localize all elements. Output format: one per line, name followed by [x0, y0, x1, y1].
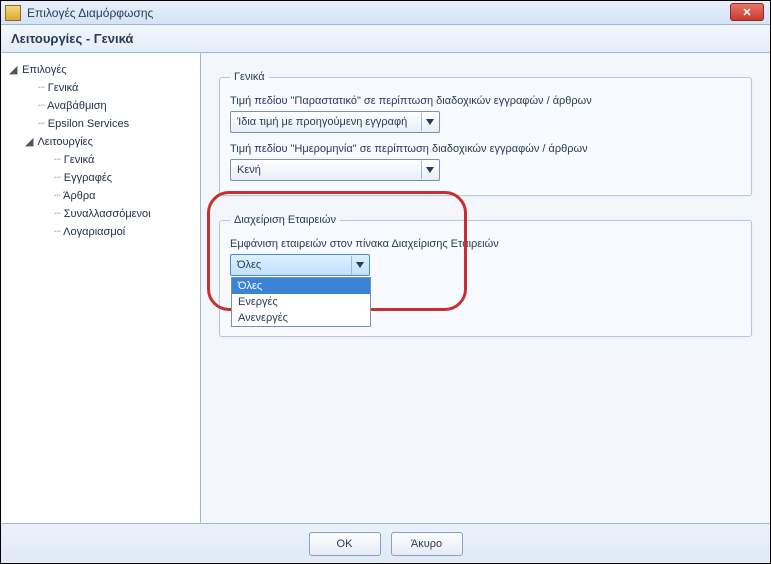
- window-title: Επιλογές Διαμόρφωσης: [27, 6, 153, 20]
- field-label-companies: Εμφάνιση εταιρειών στον πίνακα Διαχείρισ…: [230, 238, 741, 250]
- app-icon: [5, 5, 21, 21]
- page-title: Λειτουργίες - Γενικά: [11, 31, 133, 46]
- tree-item-articles[interactable]: ┄ Άρθρα: [41, 187, 196, 205]
- tree-item-epsilon-services[interactable]: ┄ Epsilon Services: [25, 115, 196, 133]
- ok-button[interactable]: OK: [309, 532, 381, 556]
- combo-company-filter[interactable]: Όλες Όλες Ενεργές Ανενεργές: [230, 254, 370, 276]
- group-general: Γενικά Τιμή πεδίου "Παραστατικό" σε περί…: [219, 71, 752, 196]
- page-header: Λειτουργίες - Γενικά: [1, 25, 770, 53]
- group-legend: Γενικά: [230, 71, 269, 83]
- nav-tree: ◢ Επιλογές ┄ Γενικά ┄ Αναβάθμιση ┄ Epsil…: [5, 61, 196, 241]
- tree-item-records[interactable]: ┄ Εγγραφές: [41, 169, 196, 187]
- chevron-down-icon: [351, 256, 367, 274]
- dropdown-option-inactive[interactable]: Ανενεργές: [232, 310, 370, 326]
- expander-icon[interactable]: ◢: [9, 61, 19, 79]
- titlebar: Επιλογές Διαμόρφωσης ✕: [1, 1, 770, 25]
- button-label: OK: [337, 538, 353, 550]
- field-label-doc: Τιμή πεδίου "Παραστατικό" σε περίπτωση δ…: [230, 95, 741, 107]
- combo-date-value[interactable]: Κενή: [230, 159, 440, 181]
- tree-item-func-general[interactable]: ┄ Γενικά: [41, 151, 196, 169]
- dropdown-option-active[interactable]: Ενεργές: [232, 294, 370, 310]
- tree-item-general[interactable]: ┄ Γενικά: [25, 79, 196, 97]
- footer: OK Άκυρο: [1, 523, 770, 563]
- combo-text: Κενή: [237, 164, 421, 176]
- combo-text: Ίδια τιμή με προηγούμενη εγγραφή: [237, 116, 421, 128]
- combo-text: Όλες: [237, 259, 351, 271]
- dropdown-option-all[interactable]: Όλες: [232, 278, 370, 294]
- content-area: ◢ Επιλογές ┄ Γενικά ┄ Αναβάθμιση ┄ Epsil…: [1, 53, 770, 523]
- tree-label[interactable]: Λειτουργίες: [37, 136, 92, 148]
- combo-doc-value[interactable]: Ίδια τιμή με προηγούμενη εγγραφή: [230, 111, 440, 133]
- tree-label[interactable]: Επιλογές: [22, 64, 67, 76]
- tree-node-options[interactable]: ◢ Επιλογές ┄ Γενικά ┄ Αναβάθμιση ┄ Epsil…: [9, 61, 196, 241]
- tree-item-upgrade[interactable]: ┄ Αναβάθμιση: [25, 97, 196, 115]
- chevron-down-icon: [421, 161, 437, 179]
- field-label-date: Τιμή πεδίου "Ημερομηνία" σε περίπτωση δι…: [230, 143, 741, 155]
- main-panel: Γενικά Τιμή πεδίου "Παραστατικό" σε περί…: [201, 53, 770, 523]
- expander-icon[interactable]: ◢: [25, 133, 35, 151]
- tree-item-parties[interactable]: ┄ Συναλλασσόμενοι: [41, 205, 196, 223]
- close-button[interactable]: ✕: [730, 3, 764, 21]
- close-icon: ✕: [742, 6, 751, 19]
- tree-item-accounts[interactable]: ┄ Λογαριασμοί: [41, 223, 196, 241]
- dropdown-list: Όλες Ενεργές Ανενεργές: [231, 277, 371, 327]
- tree-node-functions[interactable]: ◢ Λειτουργίες ┄ Γενικά ┄ Εγγραφές: [25, 133, 196, 241]
- group-company-management: Διαχείριση Εταιρειών Εμφάνιση εταιρειών …: [219, 214, 752, 337]
- sidebar: ◢ Επιλογές ┄ Γενικά ┄ Αναβάθμιση ┄ Epsil…: [1, 53, 201, 523]
- group-legend: Διαχείριση Εταιρειών: [230, 214, 340, 226]
- chevron-down-icon: [421, 113, 437, 131]
- button-label: Άκυρο: [411, 538, 442, 550]
- cancel-button[interactable]: Άκυρο: [391, 532, 463, 556]
